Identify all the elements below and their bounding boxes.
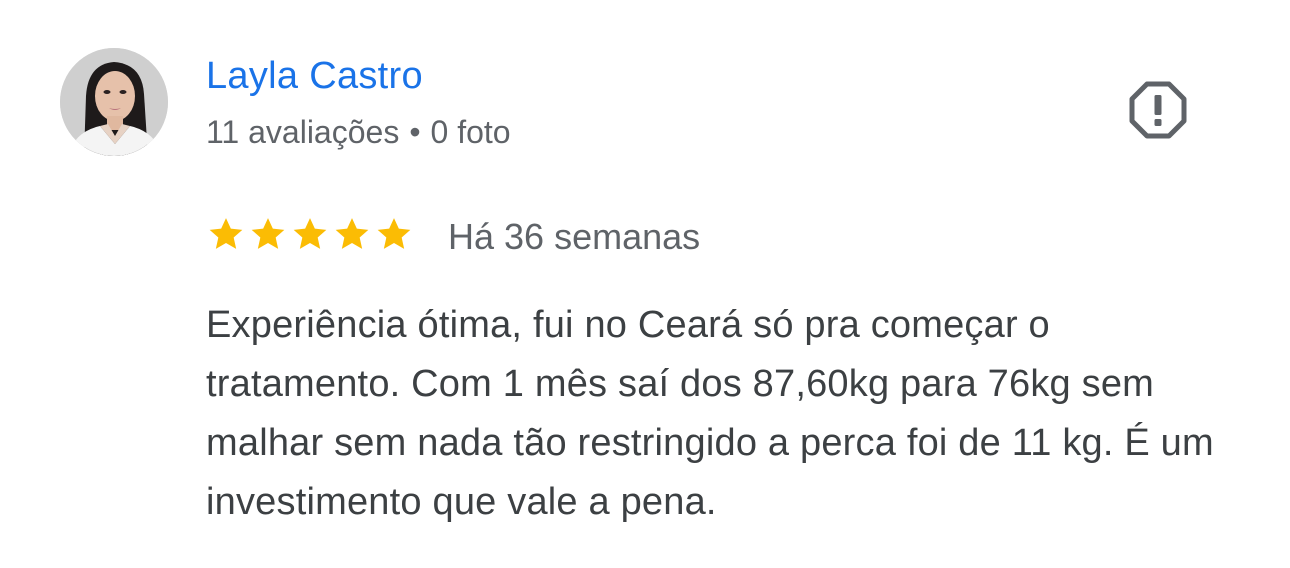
- avatar-photo: [60, 48, 168, 156]
- reviews-count: 11 avaliações: [206, 114, 400, 150]
- star-icon: [293, 218, 327, 249]
- review-card: Layla Castro 11 avaliações • 0 foto Há 36 …: [0, 0, 1290, 568]
- meta-separator: •: [409, 114, 421, 150]
- report-icon[interactable]: [1128, 80, 1188, 140]
- star-rating: [206, 214, 414, 254]
- author-name[interactable]: Layla Castro: [206, 52, 423, 100]
- review-date: Há 36 semanas: [448, 216, 701, 257]
- author-meta: 11 avaliações • 0 foto: [206, 111, 511, 153]
- review-text: Experiência ótima, fui no Ceará só pra c…: [206, 304, 1214, 523]
- star-icon: [251, 218, 285, 249]
- photos-count: 0 foto: [430, 114, 511, 150]
- star-icon: [209, 218, 243, 249]
- star-icon: [335, 218, 369, 249]
- star-icon: [377, 218, 411, 249]
- avatar[interactable]: [60, 48, 168, 156]
